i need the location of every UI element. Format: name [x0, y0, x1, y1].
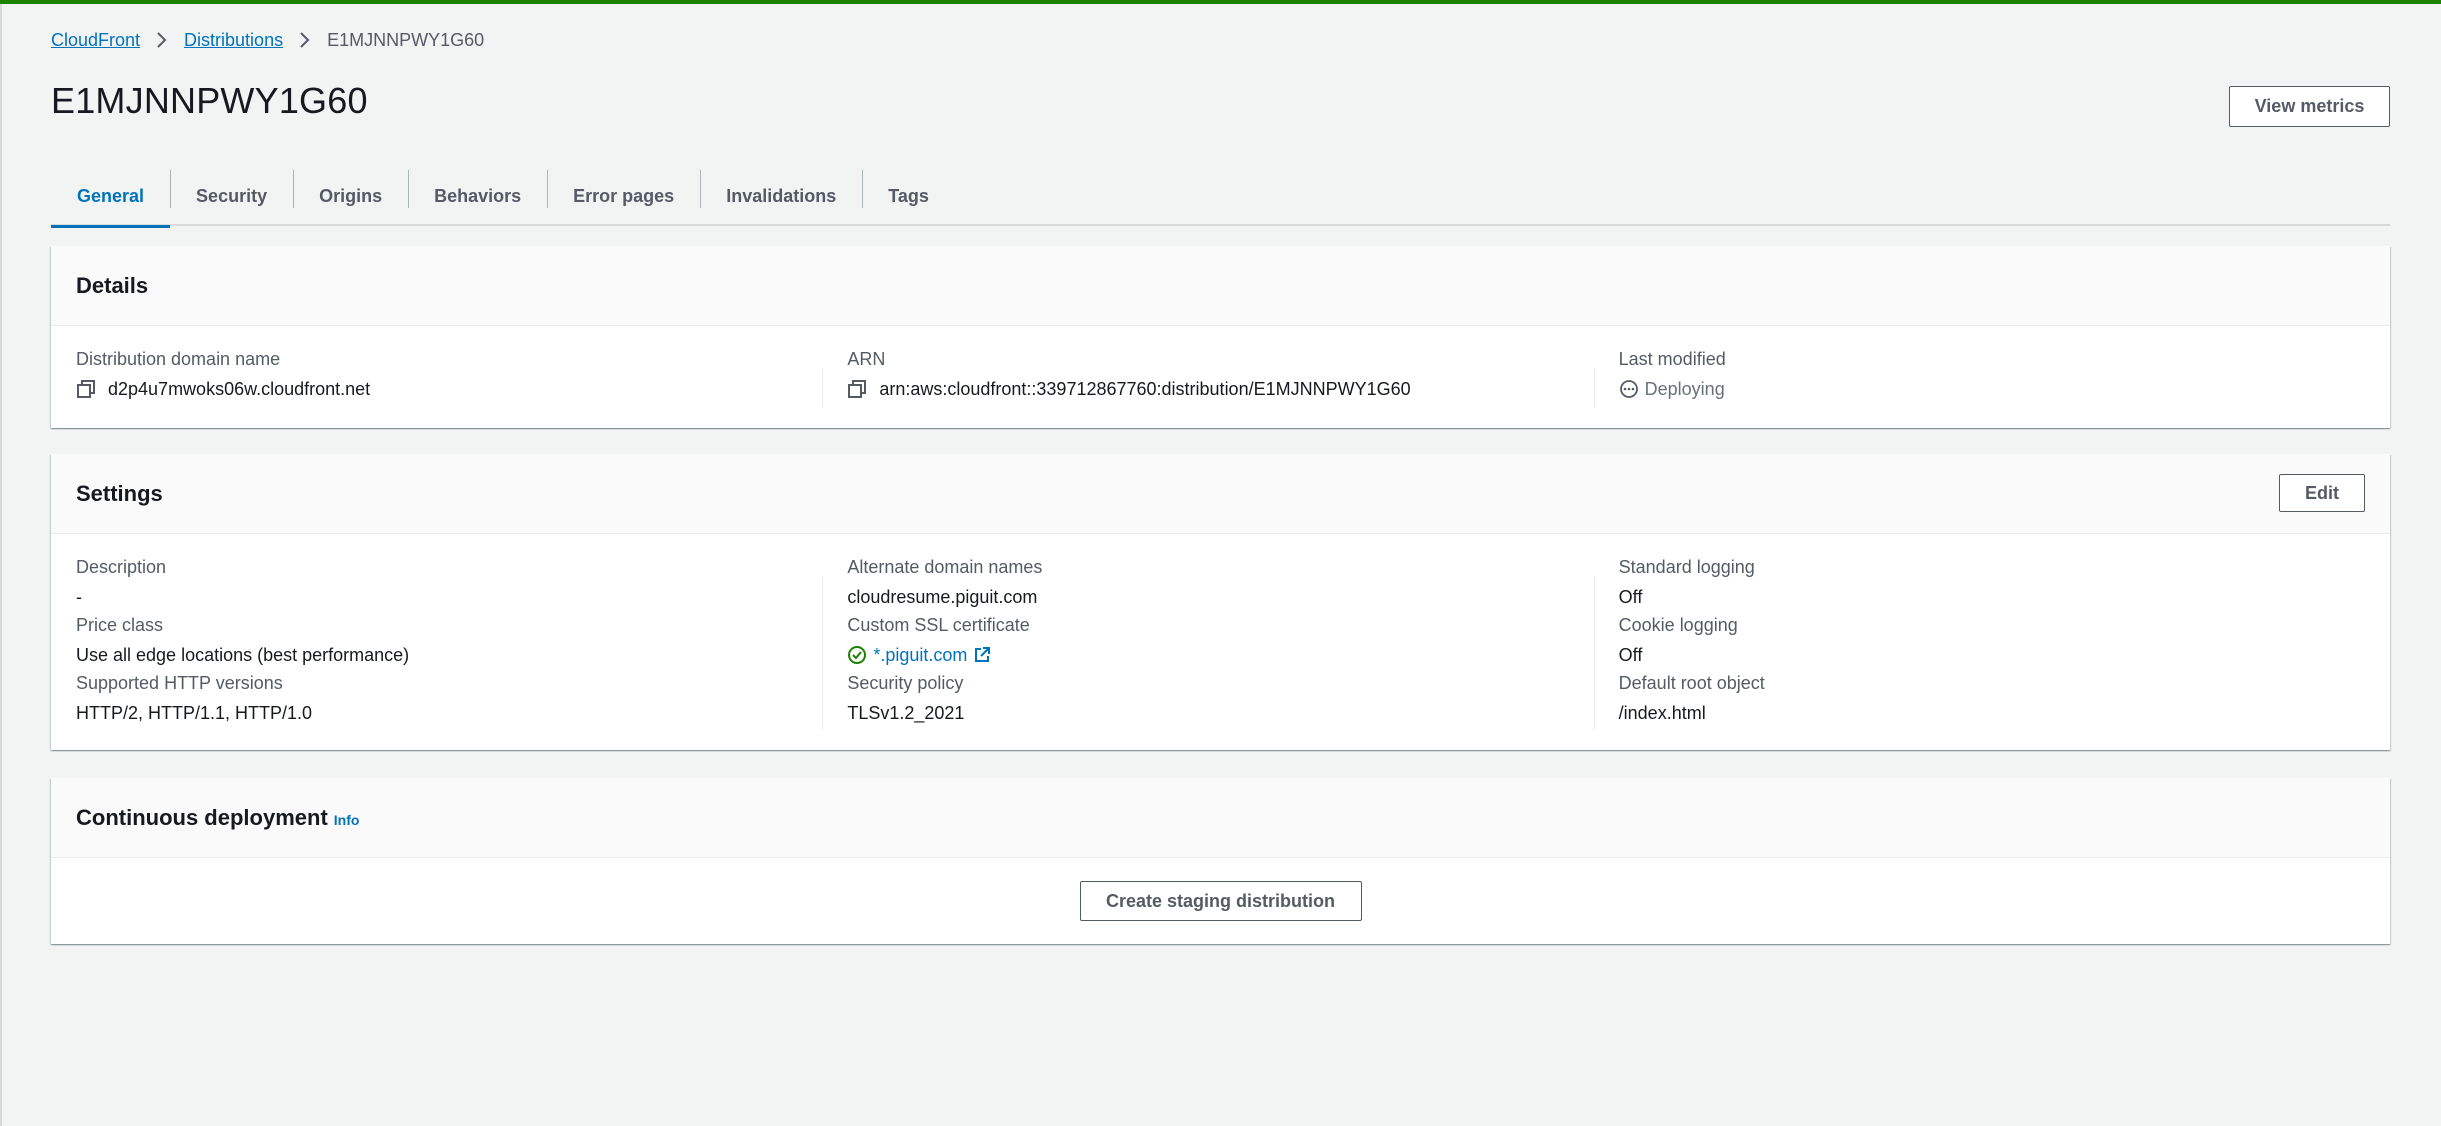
frame-border — [0, 4, 2, 1126]
details-title: Details — [76, 272, 149, 298]
continuous-deployment-title: Continuous deployment — [76, 804, 328, 830]
description-label: Description — [76, 557, 167, 577]
chevron-right-icon — [156, 31, 168, 49]
settings-header: Settings Edit — [51, 454, 2390, 534]
settings-column-domains: Alternate domain names cloudresume.pigui… — [822, 556, 1593, 750]
arn-field: ARN arn:aws:cloudfront::339712867760:dis… — [822, 348, 1593, 428]
arn-label: ARN — [847, 349, 886, 369]
continuous-deployment-header: Continuous deployment Info — [51, 778, 2390, 858]
info-link[interactable]: Info — [334, 812, 360, 828]
ssl-certificate-label: Custom SSL certificate — [847, 615, 1030, 635]
cookie-logging-label: Cookie logging — [1618, 615, 1738, 635]
last-modified-value: Deploying — [1644, 379, 1725, 399]
chevron-right-icon — [299, 31, 311, 49]
details-panel: Details Distribution domain name d2p4u7m… — [51, 246, 2390, 428]
alternate-domains-label: Alternate domain names — [847, 557, 1043, 577]
details-header: Details — [51, 246, 2390, 326]
tab-tags[interactable]: Tags — [862, 166, 955, 226]
description-value: - — [76, 587, 82, 607]
tab-security[interactable]: Security — [170, 166, 293, 226]
copy-icon[interactable] — [847, 379, 867, 399]
http-versions-value: HTTP/2, HTTP/1.1, HTTP/1.0 — [76, 703, 313, 723]
security-policy-label: Security policy — [847, 673, 964, 693]
edit-button[interactable]: Edit — [2279, 474, 2365, 512]
create-staging-distribution-button[interactable]: Create staging distribution — [1079, 881, 1362, 921]
pending-status-icon — [1619, 379, 1639, 399]
status-bar — [0, 0, 2441, 4]
check-circle-icon — [847, 645, 867, 665]
default-root-value: /index.html — [1618, 703, 1706, 723]
cookie-logging-value: Off — [1618, 645, 1643, 665]
breadcrumb: CloudFront Distributions E1MJNNPWY1G60 — [51, 28, 484, 52]
standard-logging-label: Standard logging — [1618, 557, 1755, 577]
settings-column-general: Description - Price class Use all edge l… — [76, 556, 822, 750]
settings-title: Settings — [76, 480, 163, 506]
default-root-label: Default root object — [1618, 673, 1765, 693]
settings-panel: Settings Edit Description - Price class … — [51, 454, 2390, 750]
tab-error-pages[interactable]: Error pages — [547, 166, 700, 226]
price-class-label: Price class — [76, 615, 164, 635]
breadcrumb-cloudfront[interactable]: CloudFront — [51, 30, 140, 51]
breadcrumb-current: E1MJNNPWY1G60 — [327, 29, 485, 50]
page-title: E1MJNNPWY1G60 — [51, 80, 368, 121]
last-modified-label: Last modified — [1618, 349, 1726, 369]
tab-behaviors[interactable]: Behaviors — [408, 166, 547, 226]
price-class-value: Use all edge locations (best performance… — [76, 645, 410, 665]
last-modified-field: Last modified Deploying — [1593, 348, 2365, 428]
breadcrumb-distributions[interactable]: Distributions — [184, 30, 283, 51]
continuous-deployment-panel: Continuous deployment Info Create stagin… — [51, 778, 2390, 944]
tab-bar: General Security Origins Behaviors Error… — [51, 166, 2390, 228]
domain-name-value: d2p4u7mwoks06w.cloudfront.net — [108, 379, 371, 399]
arn-value: arn:aws:cloudfront::339712867760:distrib… — [879, 379, 1411, 399]
copy-icon[interactable] — [76, 379, 96, 399]
ssl-certificate-link[interactable]: *.piguit.com — [873, 644, 967, 666]
domain-name-field: Distribution domain name d2p4u7mwoks06w.… — [76, 348, 822, 428]
security-policy-value: TLSv1.2_2021 — [847, 703, 965, 723]
tab-origins[interactable]: Origins — [293, 166, 408, 226]
standard-logging-value: Off — [1618, 587, 1643, 607]
external-link-icon[interactable] — [973, 646, 991, 664]
alternate-domains-value: cloudresume.piguit.com — [847, 587, 1038, 607]
domain-name-label: Distribution domain name — [76, 349, 281, 369]
tab-general[interactable]: General — [51, 166, 171, 228]
tab-invalidations[interactable]: Invalidations — [700, 166, 862, 226]
settings-column-logging: Standard logging Off Cookie logging Off … — [1593, 556, 2365, 750]
http-versions-label: Supported HTTP versions — [76, 673, 283, 693]
view-metrics-button[interactable]: View metrics — [2229, 86, 2390, 127]
